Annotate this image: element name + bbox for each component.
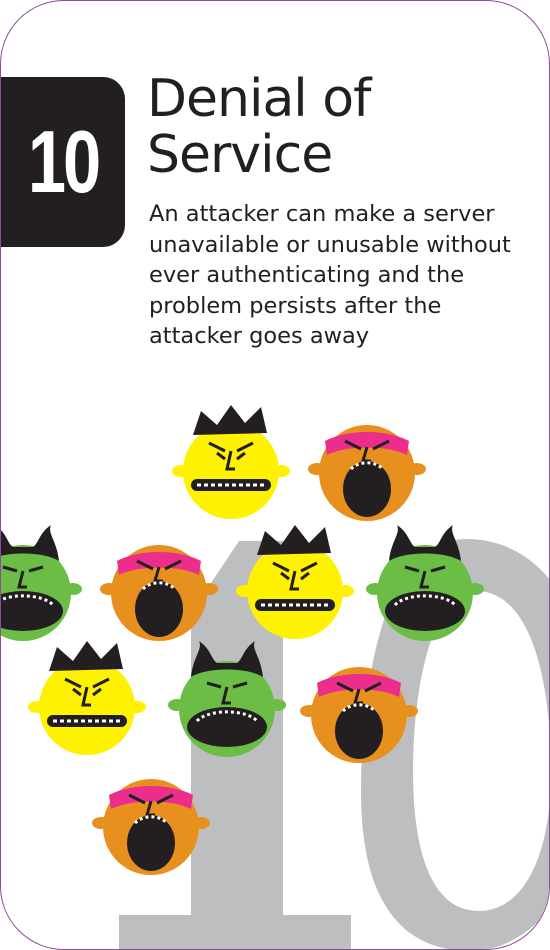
monster-face-6 (364, 523, 486, 643)
monster-face-2 (306, 423, 428, 523)
monster-face-9 (298, 665, 420, 765)
monster-face-3 (1, 523, 84, 643)
monster-face-4 (98, 543, 220, 643)
monster-face-7 (26, 639, 148, 757)
monster-illustration (1, 403, 486, 877)
threat-card: 10 Denial of Service An attacker can mak… (0, 0, 550, 950)
monster-face-8 (166, 639, 288, 759)
monster-face-10 (90, 777, 212, 877)
monster-face-1 (170, 403, 292, 521)
monster-face-5 (234, 523, 356, 641)
